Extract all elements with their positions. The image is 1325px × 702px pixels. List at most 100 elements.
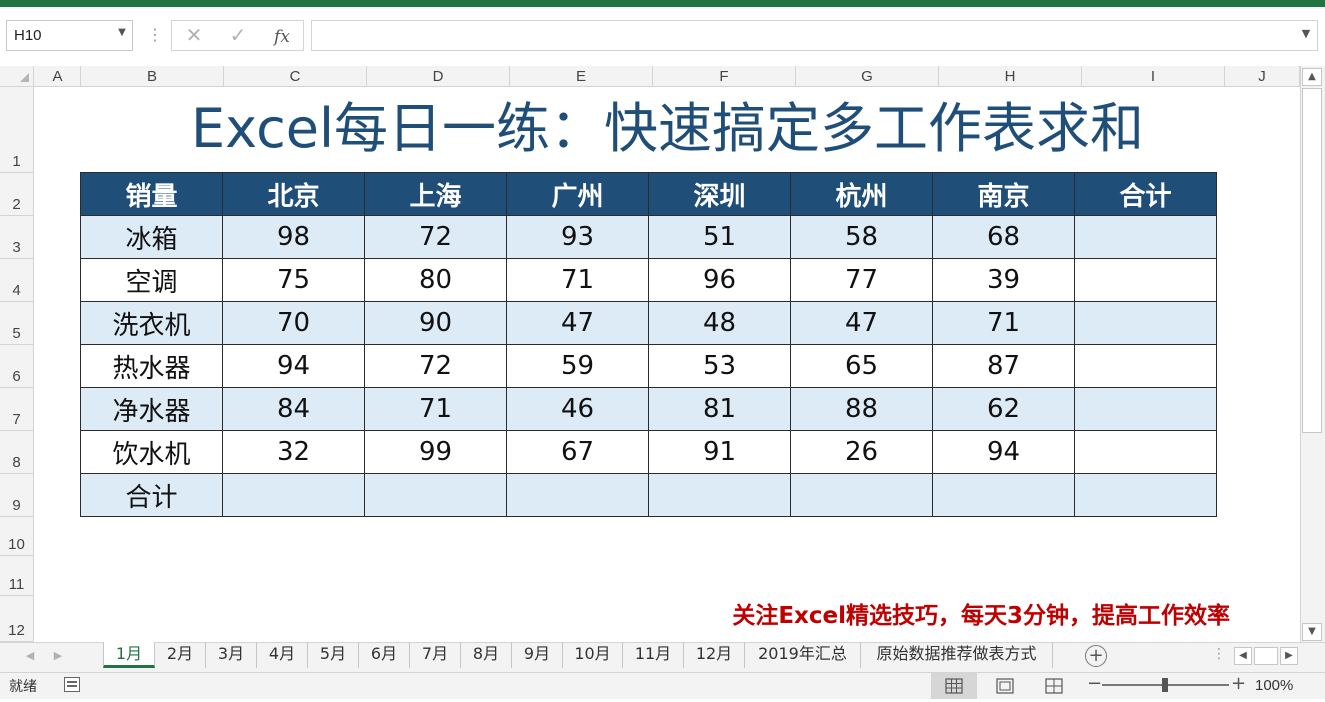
header-cell[interactable]: 杭州 — [790, 172, 933, 216]
table-cell[interactable]: 75 — [222, 258, 365, 302]
table-cell[interactable]: 91 — [648, 430, 791, 474]
zoom-slider-thumb[interactable] — [1162, 678, 1168, 692]
expand-formula-bar-icon[interactable]: ▼ — [1297, 27, 1315, 43]
tab-原始数据推荐做表方式[interactable]: 原始数据推荐做表方式 — [861, 642, 1053, 668]
zoom-out-icon[interactable]: − — [1087, 674, 1102, 694]
enter-icon[interactable]: ✓ — [218, 21, 258, 50]
table-cell[interactable] — [222, 473, 365, 517]
tab-scroll-left-icon[interactable]: ◀ — [22, 649, 38, 665]
table-cell[interactable]: 72 — [364, 215, 507, 259]
vertical-scroll-thumb[interactable] — [1302, 88, 1322, 433]
column-header-c[interactable]: C — [224, 66, 367, 87]
table-cell[interactable] — [364, 473, 507, 517]
macro-record-icon[interactable] — [64, 677, 80, 692]
column-header-j[interactable]: J — [1225, 66, 1300, 87]
tab-splitter-icon[interactable]: ⋮ — [1212, 646, 1226, 664]
table-cell[interactable]: 59 — [506, 344, 649, 388]
table-cell[interactable]: 47 — [790, 301, 933, 345]
row-header-6[interactable]: 6 — [0, 345, 34, 388]
table-cell[interactable]: 53 — [648, 344, 791, 388]
row-header-11[interactable]: 11 — [0, 556, 34, 596]
header-cell[interactable]: 广州 — [506, 172, 649, 216]
table-cell[interactable]: 94 — [222, 344, 365, 388]
table-cell[interactable]: 58 — [790, 215, 933, 259]
row-header-7[interactable]: 7 — [0, 388, 34, 431]
header-cell[interactable]: 深圳 — [648, 172, 791, 216]
table-cell[interactable]: 65 — [790, 344, 933, 388]
table-cell[interactable]: 39 — [932, 258, 1075, 302]
row-header-9[interactable]: 9 — [0, 474, 34, 517]
table-cell[interactable] — [1074, 387, 1217, 431]
column-header-i[interactable]: I — [1082, 66, 1225, 87]
column-header-f[interactable]: F — [653, 66, 796, 87]
table-cell[interactable] — [790, 473, 933, 517]
name-box-dropdown-icon[interactable]: ▼ — [116, 27, 128, 41]
table-cell[interactable]: 净水器 — [80, 387, 223, 431]
column-header-h[interactable]: H — [939, 66, 1082, 87]
table-cell[interactable] — [1074, 344, 1217, 388]
row-header-12[interactable]: 12 — [0, 596, 34, 642]
tab-2019年汇总[interactable]: 2019年汇总 — [745, 642, 861, 668]
add-sheet-icon[interactable]: + — [1085, 645, 1107, 667]
table-cell[interactable]: 71 — [506, 258, 649, 302]
cancel-icon[interactable]: ✕ — [174, 21, 214, 50]
tab-4月[interactable]: 4月 — [257, 642, 308, 668]
table-cell[interactable]: 81 — [648, 387, 791, 431]
tab-9月[interactable]: 9月 — [512, 642, 563, 668]
header-cell[interactable]: 南京 — [932, 172, 1075, 216]
table-cell[interactable]: 47 — [506, 301, 649, 345]
scroll-up-icon[interactable]: ▲ — [1302, 68, 1322, 86]
scroll-right-icon[interactable]: ▶ — [1280, 647, 1298, 665]
tab-11月[interactable]: 11月 — [623, 642, 684, 668]
worksheet-grid[interactable]: Excel每日一练：快速搞定多工作表求和 销量 北京 上海 广州 深圳 杭州 南… — [35, 88, 1300, 641]
table-cell[interactable]: 68 — [932, 215, 1075, 259]
page-break-view-button[interactable] — [1031, 673, 1077, 699]
tab-scroll-right-icon[interactable]: ▶ — [50, 649, 66, 665]
table-cell[interactable]: 51 — [648, 215, 791, 259]
table-cell[interactable]: 46 — [506, 387, 649, 431]
table-cell[interactable]: 99 — [364, 430, 507, 474]
zoom-in-icon[interactable]: + — [1231, 674, 1246, 694]
column-header-d[interactable]: D — [367, 66, 510, 87]
table-cell[interactable] — [648, 473, 791, 517]
column-header-g[interactable]: G — [796, 66, 939, 87]
row-header-5[interactable]: 5 — [0, 302, 34, 345]
table-cell[interactable]: 80 — [364, 258, 507, 302]
sheet-title[interactable]: Excel每日一练：快速搞定多工作表求和 — [35, 88, 1300, 168]
table-cell[interactable] — [506, 473, 649, 517]
column-header-e[interactable]: E — [510, 66, 653, 87]
tab-8月[interactable]: 8月 — [461, 642, 512, 668]
table-cell[interactable]: 热水器 — [80, 344, 223, 388]
scroll-down-icon[interactable]: ▼ — [1302, 623, 1322, 641]
table-cell[interactable]: 98 — [222, 215, 365, 259]
table-cell[interactable]: 94 — [932, 430, 1075, 474]
table-cell[interactable]: 90 — [364, 301, 507, 345]
tab-12月[interactable]: 12月 — [684, 642, 745, 668]
tab-2月[interactable]: 2月 — [155, 642, 206, 668]
formula-input[interactable] — [311, 20, 1318, 51]
row-header-4[interactable]: 4 — [0, 259, 34, 302]
tab-5月[interactable]: 5月 — [308, 642, 359, 668]
table-cell[interactable]: 62 — [932, 387, 1075, 431]
table-cell[interactable] — [1074, 301, 1217, 345]
row-header-8[interactable]: 8 — [0, 431, 34, 474]
table-cell[interactable]: 77 — [790, 258, 933, 302]
column-header-b[interactable]: B — [81, 66, 224, 87]
table-cell[interactable]: 32 — [222, 430, 365, 474]
footnote-text[interactable]: 关注Excel精选技巧，每天3分钟，提高工作效率 — [610, 596, 1230, 630]
table-cell[interactable]: 70 — [222, 301, 365, 345]
table-cell[interactable] — [1074, 430, 1217, 474]
scroll-left-icon[interactable]: ◀ — [1234, 647, 1252, 665]
table-cell[interactable] — [1074, 473, 1217, 517]
name-box[interactable]: H10 — [6, 20, 133, 51]
table-cell[interactable]: 96 — [648, 258, 791, 302]
tab-3月[interactable]: 3月 — [206, 642, 257, 668]
table-cell[interactable]: 26 — [790, 430, 933, 474]
table-cell[interactable]: 洗衣机 — [80, 301, 223, 345]
header-cell[interactable]: 北京 — [222, 172, 365, 216]
table-cell[interactable]: 71 — [364, 387, 507, 431]
tab-1月[interactable]: 1月 — [103, 642, 155, 668]
header-cell[interactable]: 上海 — [364, 172, 507, 216]
row-header-1[interactable]: 1 — [0, 87, 34, 173]
table-cell[interactable]: 88 — [790, 387, 933, 431]
